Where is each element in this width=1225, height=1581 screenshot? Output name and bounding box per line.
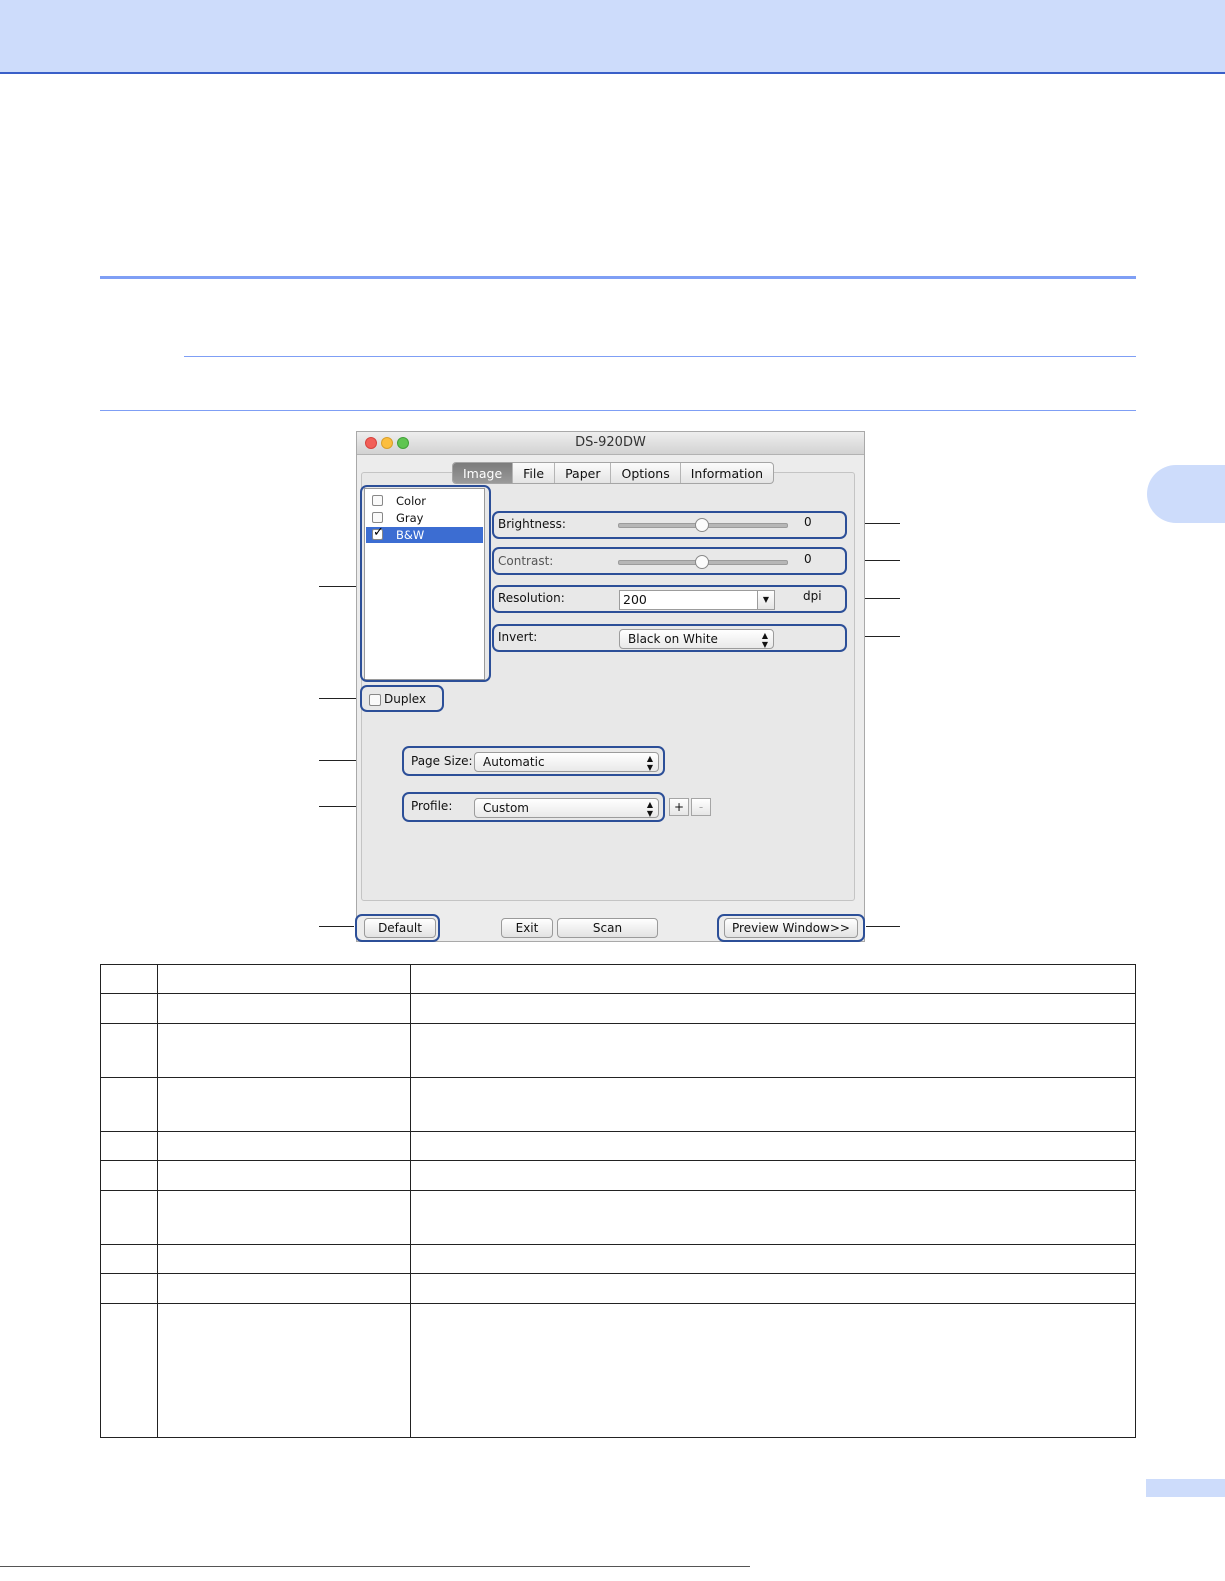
table-row (100, 1160, 1136, 1191)
profile-label: Profile: (411, 799, 453, 813)
contrast-label: Contrast: (498, 554, 554, 568)
page-size-label: Page Size: (411, 754, 473, 768)
table-row (100, 964, 1136, 994)
preview-window-button[interactable]: Preview Window>> (724, 918, 858, 938)
contrast-value: 0 (804, 552, 812, 566)
tab-information[interactable]: Information (681, 463, 773, 483)
table-row (100, 1190, 1136, 1245)
resolution-field[interactable]: 200 (619, 590, 759, 610)
default-button[interactable]: Default (364, 918, 436, 938)
scan-button[interactable]: Scan (557, 918, 658, 938)
exit-button[interactable]: Exit (501, 918, 553, 938)
image-mode-highlight (360, 485, 491, 682)
table-row (100, 1077, 1136, 1132)
page-size-select[interactable]: Automatic ▲ ▼ (474, 752, 659, 772)
table-row (100, 1023, 1136, 1078)
page-size-select-value: Automatic (483, 755, 545, 769)
table-row (100, 1273, 1136, 1304)
page-number-tab (1146, 1479, 1225, 1497)
figure-rule (100, 410, 1136, 411)
resolution-dropdown-button[interactable]: ▼ (757, 590, 775, 610)
callout-line (866, 926, 900, 927)
section-rule (100, 276, 1136, 279)
tab-paper[interactable]: Paper (555, 463, 612, 483)
subsection-rule (184, 356, 1136, 357)
invert-label: Invert: (498, 630, 538, 644)
description-table (100, 964, 1136, 1438)
invert-select-value: Black on White (628, 632, 718, 646)
invert-select[interactable]: Black on White ▲ ▼ (619, 629, 774, 649)
callout-line (319, 926, 354, 927)
tab-file[interactable]: File (513, 463, 556, 483)
duplex-label[interactable]: Duplex (384, 692, 426, 706)
brightness-label: Brightness: (498, 517, 566, 531)
callout-line (319, 586, 359, 587)
updown-icon: ▲ ▼ (646, 754, 653, 772)
tab-image[interactable]: Image (453, 463, 514, 483)
table-row (100, 993, 1136, 1024)
chapter-tab (1147, 465, 1225, 523)
table-row (100, 1244, 1136, 1274)
header-banner (0, 0, 1225, 74)
add-profile-button[interactable]: + (669, 798, 689, 816)
duplex-checkbox[interactable] (369, 694, 381, 706)
window-title: DS-920DW (575, 435, 646, 450)
remove-profile-button[interactable]: - (691, 798, 711, 816)
brightness-value: 0 (804, 515, 812, 529)
resolution-label: Resolution: (498, 591, 565, 605)
updown-icon: ▲ ▼ (646, 800, 653, 818)
brightness-slider-knob[interactable] (695, 518, 709, 532)
contrast-slider-knob[interactable] (695, 555, 709, 569)
profile-select[interactable]: Custom ▲ ▼ (474, 798, 659, 818)
tab-options[interactable]: Options (611, 463, 681, 483)
table-row (100, 1131, 1136, 1161)
table-row (100, 1303, 1136, 1438)
title-bar[interactable]: DS-920DW (357, 432, 864, 455)
resolution-unit: dpi (803, 589, 822, 603)
footer-rule (0, 1566, 750, 1567)
scanner-settings-window: DS-920DW Image File Paper Options Inform… (355, 431, 865, 942)
profile-select-value: Custom (483, 801, 529, 815)
callout-line (319, 698, 361, 699)
tab-bar: Image File Paper Options Information (452, 462, 775, 484)
updown-icon: ▲ ▼ (761, 631, 768, 649)
